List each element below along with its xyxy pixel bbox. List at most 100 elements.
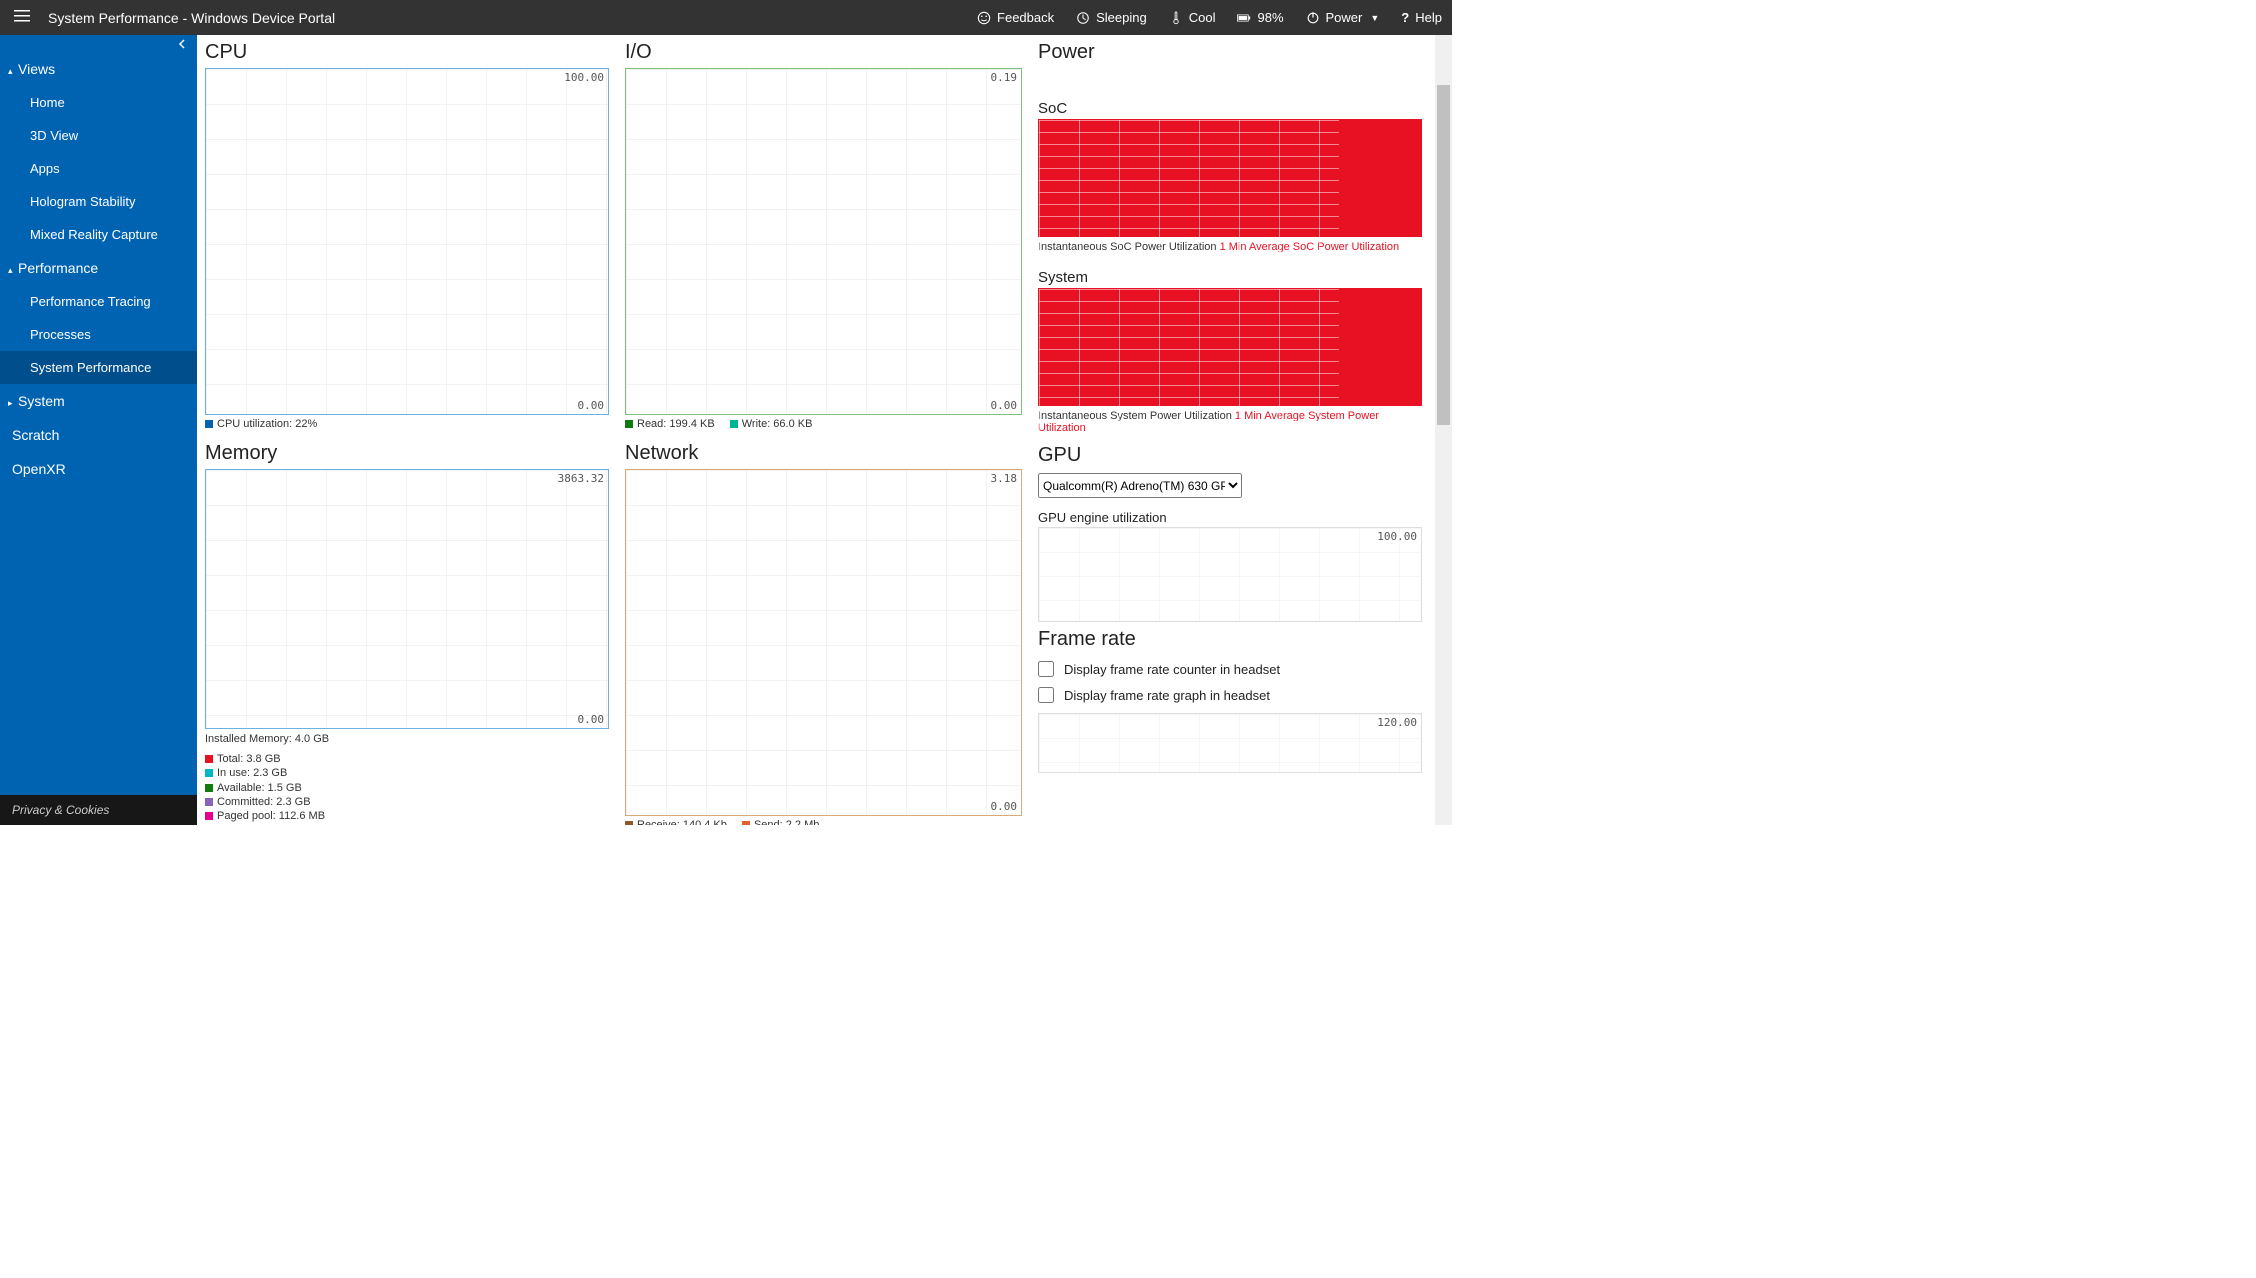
net-send: Send: 2.2 Mb [754, 819, 819, 825]
chart-grid [1039, 714, 1421, 772]
soc-title: SoC [1038, 100, 1422, 117]
caret-down-icon: ▴ [8, 66, 16, 77]
memory-installed: Installed Memory: 4.0 GB [205, 729, 609, 749]
scrollbar-track[interactable] [1435, 35, 1452, 825]
framerate-chart: 120.00 [1038, 713, 1422, 773]
privacy-link[interactable]: Privacy & Cookies [0, 795, 197, 825]
framerate-module: Frame rate Display frame rate counter in… [1030, 622, 1430, 773]
power-label: Power [1326, 10, 1363, 25]
caret-right-icon: ▸ [8, 398, 16, 409]
nav-item-mrc[interactable]: Mixed Reality Capture [0, 218, 197, 251]
io-module: I/O 0.19 0.00 Read: 199.4 KB Write: 66.0… [617, 35, 1030, 436]
power-button[interactable]: Power ▼ [1306, 10, 1380, 25]
chart-grid [1039, 528, 1421, 621]
gpu-module: GPU Qualcomm(R) Adreno(TM) 630 GPU GPU e… [1030, 438, 1430, 622]
nav-system-label: System [18, 393, 65, 409]
chart-grid [1039, 289, 1339, 439]
network-legend: Receive: 140.4 Kb Send: 2.2 Mb [625, 816, 1022, 825]
memory-ymin: 0.00 [578, 713, 605, 726]
chart-grid [626, 69, 1021, 414]
sleeping-indicator[interactable]: Sleeping [1076, 10, 1147, 25]
io-ymin: 0.00 [991, 399, 1018, 412]
gpu-ymax: 100.00 [1377, 530, 1417, 543]
temperature-indicator[interactable]: Cool [1169, 10, 1216, 25]
nav-item-apps[interactable]: Apps [0, 152, 197, 185]
thermometer-icon [1169, 11, 1183, 25]
nav-item-perf-tracing[interactable]: Performance Tracing [0, 285, 197, 318]
cpu-title: CPU [205, 41, 609, 64]
gpu-engine-label: GPU engine utilization [1038, 510, 1422, 525]
network-title: Network [625, 442, 1022, 465]
memory-legend: Total: 3.8 GB In use: 2.3 GB Available: … [205, 749, 609, 825]
gpu-title: GPU [1038, 444, 1422, 467]
cpu-chart: 100.00 0.00 [205, 68, 609, 415]
cpu-legend: CPU utilization: 22% [205, 415, 609, 436]
topbar: System Performance - Windows Device Port… [0, 0, 1452, 35]
feedback-button[interactable]: Feedback [977, 10, 1054, 25]
chevron-down-icon: ▼ [1370, 13, 1379, 23]
nav-item-home[interactable]: Home [0, 86, 197, 119]
cool-label: Cool [1189, 10, 1216, 25]
gpu-chart: 100.00 [1038, 527, 1422, 622]
network-chart: 3.18 0.00 [625, 469, 1022, 816]
mem-commit: Committed: 2.3 GB [217, 796, 311, 808]
system-power-chart [1038, 288, 1422, 406]
memory-ymax: 3863.32 [558, 472, 604, 485]
clock-icon [1076, 11, 1090, 25]
io-read: Read: 199.4 KB [637, 418, 715, 430]
io-ymax: 0.19 [991, 71, 1018, 84]
gpu-select[interactable]: Qualcomm(R) Adreno(TM) 630 GPU [1038, 473, 1242, 498]
chart-grid [206, 69, 608, 414]
cpu-module: CPU 100.00 0.00 CPU utilization: 22% [197, 35, 617, 436]
nav-item-openxr[interactable]: OpenXR [0, 452, 197, 486]
battery-indicator[interactable]: 98% [1237, 10, 1283, 25]
io-legend: Read: 199.4 KB Write: 66.0 KB [625, 415, 1022, 436]
soc-chart [1038, 119, 1422, 237]
framerate-graph-checkbox[interactable] [1038, 687, 1054, 703]
menu-icon[interactable] [10, 8, 34, 27]
framerate-counter-label: Display frame rate counter in headset [1064, 662, 1280, 677]
framerate-ymax: 120.00 [1377, 716, 1417, 729]
help-icon: ? [1401, 10, 1409, 25]
sidebar: ▴Views Home 3D View Apps Hologram Stabil… [0, 35, 197, 825]
nav-section-system[interactable]: ▸System [0, 384, 197, 418]
framerate-counter-checkbox[interactable] [1038, 661, 1054, 677]
framerate-graph-label: Display frame rate graph in headset [1064, 688, 1270, 703]
power-module: Power SoC Instantaneous SoC Power Utiliz… [1030, 35, 1430, 438]
nav-views-label: Views [18, 61, 55, 77]
nav-section-views[interactable]: ▴Views [0, 52, 197, 86]
nav-item-system-performance[interactable]: System Performance [0, 351, 197, 384]
help-button[interactable]: ? Help [1401, 10, 1442, 25]
framerate-graph-row[interactable]: Display frame rate graph in headset [1038, 687, 1422, 703]
net-ymin: 0.00 [991, 800, 1018, 813]
chart-grid [1039, 120, 1339, 270]
mem-inuse: In use: 2.3 GB [217, 767, 287, 779]
framerate-title: Frame rate [1038, 628, 1422, 651]
smile-icon [977, 11, 991, 25]
cpu-util-legend: CPU utilization: 22% [217, 418, 317, 430]
nav-section-performance[interactable]: ▴Performance [0, 251, 197, 285]
scrollbar-thumb[interactable] [1437, 85, 1450, 425]
nav-perf-label: Performance [18, 260, 98, 276]
main-content: CPU 100.00 0.00 CPU utilization: 22% Mem… [197, 35, 1452, 825]
framerate-counter-row[interactable]: Display frame rate counter in headset [1038, 661, 1422, 677]
chevron-left-icon [177, 39, 187, 49]
mem-paged: Paged pool: 112.6 MB [217, 810, 325, 822]
mem-total: Total: 3.8 GB [217, 753, 281, 765]
network-module: Network 3.18 0.00 Receive: 140.4 Kb Send… [617, 436, 1030, 825]
io-write: Write: 66.0 KB [742, 418, 813, 430]
io-chart: 0.19 0.00 [625, 68, 1022, 415]
cpu-ymax: 100.00 [564, 71, 604, 84]
help-label: Help [1415, 10, 1442, 25]
memory-chart: 3863.32 0.00 [205, 469, 609, 729]
power-icon [1306, 11, 1320, 25]
chart-grid [626, 470, 1021, 815]
battery-icon [1237, 11, 1251, 25]
sidebar-collapse-button[interactable] [0, 35, 197, 52]
system-power-title: System [1038, 269, 1422, 286]
memory-title: Memory [205, 442, 609, 465]
nav-item-scratch[interactable]: Scratch [0, 418, 197, 452]
nav-item-hologram[interactable]: Hologram Stability [0, 185, 197, 218]
nav-item-3dview[interactable]: 3D View [0, 119, 197, 152]
nav-item-processes[interactable]: Processes [0, 318, 197, 351]
